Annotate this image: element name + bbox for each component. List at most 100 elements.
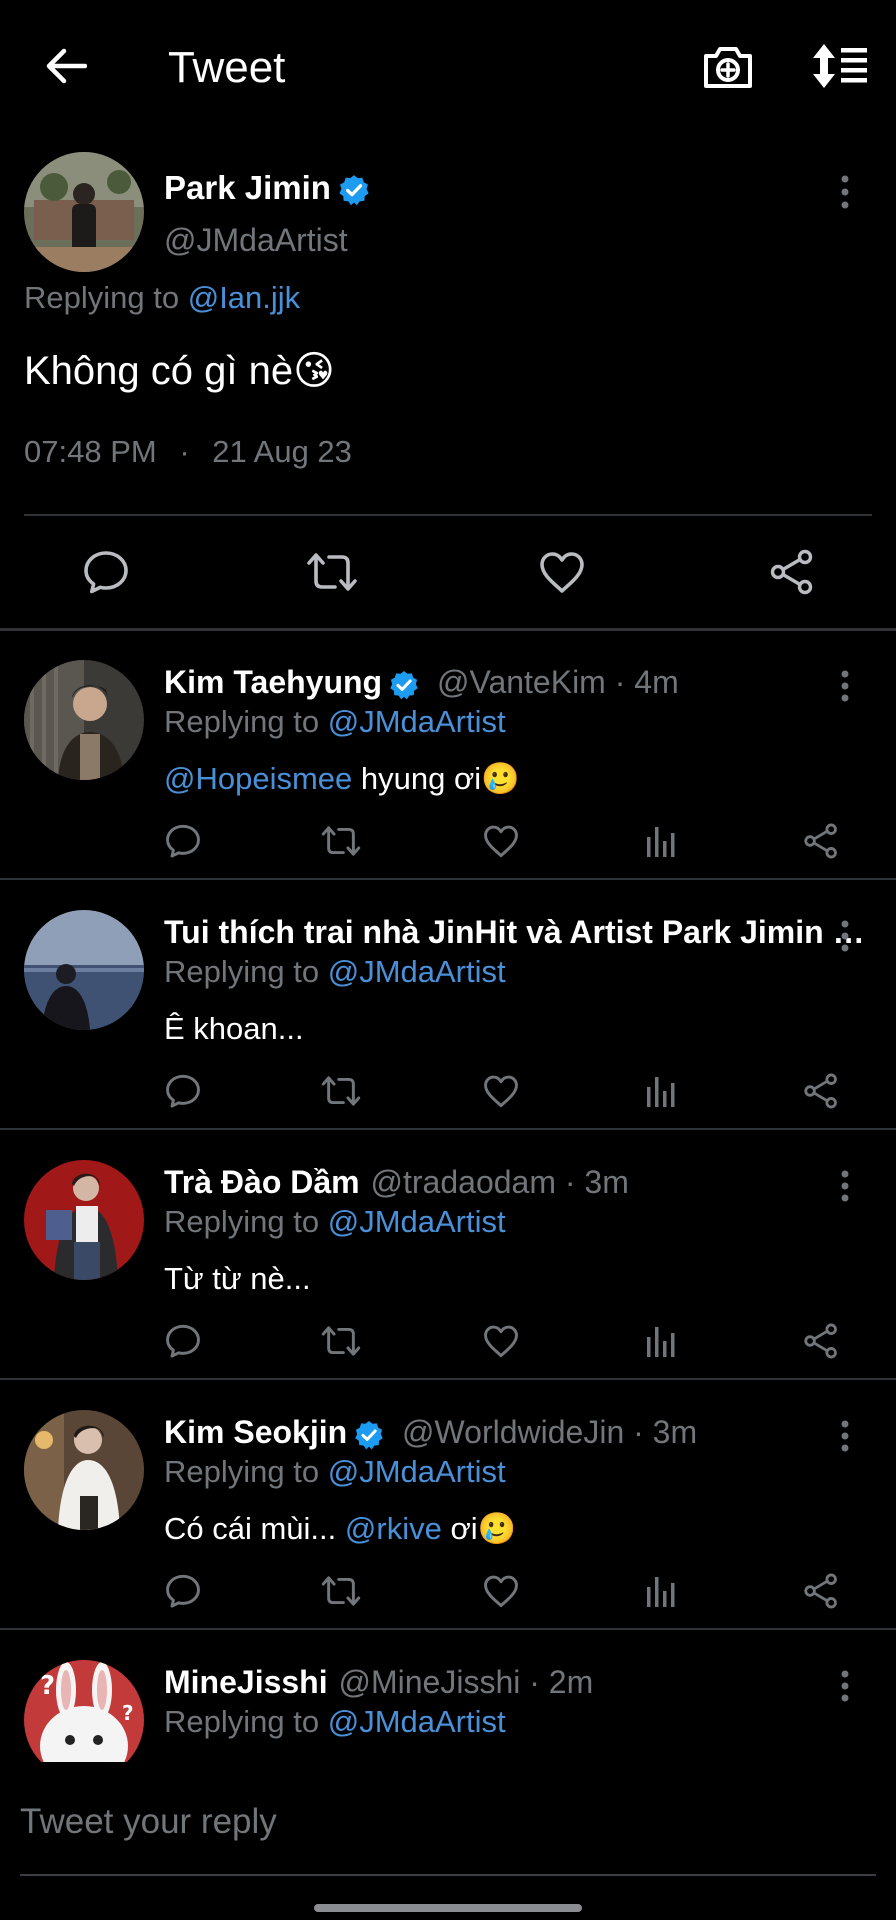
reply-actions bbox=[0, 1068, 896, 1124]
comment-icon bbox=[166, 1574, 200, 1608]
more-options-button[interactable] bbox=[830, 1416, 860, 1456]
meta-separator: · bbox=[633, 1414, 644, 1450]
replying-to-line: Replying to @JMdaArtist bbox=[164, 952, 506, 992]
retweet-button[interactable] bbox=[318, 818, 364, 864]
replying-to-line: Replying to @JMdaArtist bbox=[164, 1702, 506, 1742]
replying-mention-link[interactable]: @JMdaArtist bbox=[328, 1454, 506, 1489]
heart-icon bbox=[484, 825, 518, 858]
sort-view-button[interactable] bbox=[804, 34, 876, 98]
more-vertical-icon bbox=[841, 1170, 849, 1202]
svg-text:?: ? bbox=[40, 1671, 55, 1701]
views-button[interactable] bbox=[638, 1068, 684, 1114]
camera-button[interactable] bbox=[694, 34, 762, 98]
reply-button[interactable] bbox=[160, 1318, 206, 1364]
avatar[interactable] bbox=[24, 910, 144, 1030]
more-options-button[interactable] bbox=[830, 916, 860, 956]
share-button[interactable] bbox=[764, 544, 820, 600]
retweet-icon bbox=[321, 1326, 361, 1356]
divider bbox=[0, 878, 896, 880]
more-options-button[interactable] bbox=[830, 172, 860, 212]
reply-button[interactable] bbox=[160, 1568, 206, 1614]
reply-handle: @WorldwideJin bbox=[402, 1414, 625, 1450]
reply-author-name[interactable]: Trà Đào Dầm @tradaodam · 3m bbox=[164, 1162, 629, 1202]
reply-item[interactable]: Kim Taehyung @VanteKim · 4m Replying to … bbox=[0, 632, 896, 880]
retweet-button[interactable] bbox=[318, 1318, 364, 1364]
reply-composer: Tweet your reply bbox=[0, 1762, 896, 1920]
replying-label: Replying to bbox=[164, 1454, 320, 1489]
share-button[interactable] bbox=[798, 1318, 844, 1364]
avatar[interactable] bbox=[24, 1160, 144, 1280]
reply-button[interactable] bbox=[160, 818, 206, 864]
reply-text-body: Ê khoan... bbox=[164, 1011, 304, 1046]
reply-author-name[interactable]: Kim Seokjin @WorldwideJin · 3m bbox=[164, 1412, 697, 1452]
retweet-button[interactable] bbox=[318, 1068, 364, 1114]
avatar[interactable]: ? ? bbox=[24, 1660, 144, 1762]
text-mention-link[interactable]: @rkive bbox=[345, 1511, 442, 1546]
home-indicator[interactable] bbox=[314, 1904, 582, 1912]
bar-chart-icon bbox=[647, 1077, 675, 1107]
reply-item[interactable]: ? ? MineJisshi @MineJisshi · 2m Replying… bbox=[0, 1632, 896, 1762]
reply-item[interactable]: Trà Đào Dầm @tradaodam · 3m Replying to … bbox=[0, 1132, 896, 1380]
replying-mention-link[interactable]: @Ian.jjk bbox=[188, 280, 300, 315]
avatar-image bbox=[24, 1410, 144, 1530]
avatar[interactable] bbox=[24, 152, 144, 272]
like-button[interactable] bbox=[534, 544, 590, 600]
reply-author-name-text: MineJisshi bbox=[164, 1664, 328, 1700]
top-bar: Tweet bbox=[0, 0, 896, 136]
text-mention-link[interactable]: @Hopeismee bbox=[164, 761, 352, 796]
replying-mention-link[interactable]: @JMdaArtist bbox=[328, 954, 506, 989]
like-button[interactable] bbox=[478, 1568, 524, 1614]
replying-mention-link[interactable]: @JMdaArtist bbox=[328, 1204, 506, 1239]
views-button[interactable] bbox=[638, 1318, 684, 1364]
avatar[interactable] bbox=[24, 660, 144, 780]
replying-mention-link[interactable]: @JMdaArtist bbox=[328, 1704, 506, 1739]
reply-author-name[interactable]: Kim Taehyung @VanteKim · 4m bbox=[164, 662, 679, 702]
avatar-image bbox=[24, 910, 144, 1030]
views-button[interactable] bbox=[638, 1568, 684, 1614]
avatar-image bbox=[24, 152, 144, 272]
retweet-button[interactable] bbox=[304, 544, 360, 600]
retweet-button[interactable] bbox=[318, 1568, 364, 1614]
like-button[interactable] bbox=[478, 1068, 524, 1114]
avatar[interactable] bbox=[24, 1410, 144, 1530]
heart-icon bbox=[540, 552, 584, 593]
reply-input[interactable]: Tweet your reply bbox=[20, 1792, 876, 1852]
replying-label: Replying to bbox=[164, 954, 320, 989]
author-name-text: Park Jimin bbox=[164, 169, 331, 206]
views-button[interactable] bbox=[638, 818, 684, 864]
reply-text: @Hopeismee hyung ơi🥲 bbox=[164, 758, 520, 800]
reply-button[interactable] bbox=[160, 1068, 206, 1114]
more-options-button[interactable] bbox=[830, 1166, 860, 1206]
section-divider bbox=[0, 628, 896, 631]
reply-time: 2m bbox=[548, 1664, 594, 1700]
verified-badge-icon bbox=[355, 1420, 383, 1449]
reply-item[interactable]: Kim Seokjin @WorldwideJin · 3m Replying … bbox=[0, 1382, 896, 1630]
author-handle[interactable]: @JMdaArtist bbox=[164, 218, 348, 262]
reply-author-name[interactable]: MineJisshi @MineJisshi · 2m bbox=[164, 1662, 593, 1702]
back-button[interactable] bbox=[36, 36, 96, 96]
author-name[interactable]: Park Jimin bbox=[164, 166, 371, 210]
reply-text-body: hyung ơi🥲 bbox=[360, 761, 520, 796]
share-button[interactable] bbox=[798, 1568, 844, 1614]
reply-button[interactable] bbox=[78, 544, 134, 600]
more-options-button[interactable] bbox=[830, 666, 860, 706]
page-title: Tweet bbox=[168, 43, 286, 92]
meta-separator: · bbox=[614, 664, 626, 700]
like-button[interactable] bbox=[478, 1318, 524, 1364]
replying-label: Replying to bbox=[164, 1204, 320, 1239]
replying-mention-link[interactable]: @JMdaArtist bbox=[328, 704, 506, 739]
divider bbox=[24, 514, 872, 516]
share-button[interactable] bbox=[798, 1068, 844, 1114]
reply-item[interactable]: Tui thích trai nhà JinHit và Artist Park… bbox=[0, 882, 896, 1130]
share-icon bbox=[770, 549, 813, 595]
tweet-time: 07:48 PM bbox=[24, 434, 157, 469]
reply-text-body: Từ từ nè... bbox=[164, 1261, 311, 1296]
reply-handle: @tradaodam bbox=[370, 1164, 556, 1200]
more-options-button[interactable] bbox=[830, 1666, 860, 1706]
share-button[interactable] bbox=[798, 818, 844, 864]
reply-author-name[interactable]: Tui thích trai nhà JinHit và Artist Park… bbox=[164, 912, 865, 952]
like-button[interactable] bbox=[478, 818, 524, 864]
reply-text: Từ từ nè... bbox=[164, 1258, 311, 1300]
divider bbox=[0, 1378, 896, 1380]
composer-underline bbox=[20, 1874, 876, 1876]
